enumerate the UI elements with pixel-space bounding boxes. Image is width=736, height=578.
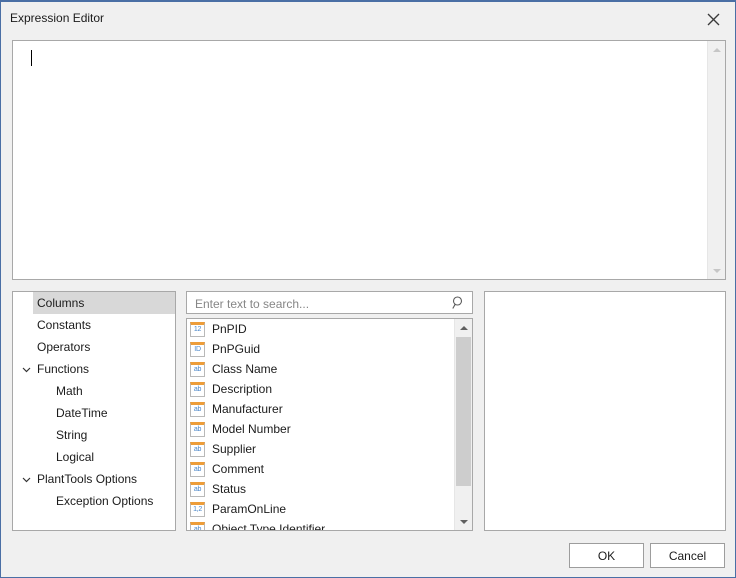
search-icon	[451, 295, 466, 310]
list-item[interactable]: ab Manufacturer	[187, 399, 454, 419]
chevron-down-icon[interactable]	[20, 468, 32, 490]
description-text	[485, 292, 725, 304]
tree-item-planttools-options[interactable]: PlantTools Options	[13, 468, 175, 490]
tree-item-logical[interactable]: Logical	[13, 446, 175, 468]
scroll-up-arrow[interactable]	[708, 41, 725, 58]
tree-item-string[interactable]: String	[13, 424, 175, 446]
list-item[interactable]: ab Object Type Identifier	[187, 519, 454, 530]
tree-item-label: Constants	[37, 318, 92, 332]
tree-item-label: Exception Options	[56, 494, 154, 508]
text-column-icon: ab	[190, 441, 205, 457]
tree-item-exception-options[interactable]: Exception Options	[13, 490, 175, 512]
list-item[interactable]: ID PnPGuid	[187, 339, 454, 359]
close-icon	[707, 13, 720, 26]
tree-item-constants[interactable]: Constants	[13, 314, 175, 336]
tree-item-label: PlantTools Options	[37, 472, 138, 486]
tree-item-label: DateTime	[56, 406, 108, 420]
description-pane	[484, 291, 726, 531]
list-item[interactable]: 1,2 ParamOnLine	[187, 499, 454, 519]
list-item[interactable]: ab Model Number	[187, 419, 454, 439]
ok-button[interactable]: OK	[569, 543, 644, 568]
text-column-icon: ab	[190, 521, 205, 530]
list-item-label: Status	[212, 482, 247, 496]
list-item[interactable]: ab Status	[187, 479, 454, 499]
tree-item-label: Columns	[37, 296, 85, 310]
search-input[interactable]	[193, 292, 447, 315]
chevron-down-icon[interactable]	[20, 358, 32, 380]
tree-item-label: String	[56, 428, 88, 442]
decimal-column-icon: 1,2	[190, 501, 205, 517]
search-box[interactable]	[186, 291, 473, 315]
list-item[interactable]: 12 PnPID	[187, 319, 454, 339]
tree-item-functions[interactable]: Functions	[13, 358, 175, 380]
close-button[interactable]	[691, 4, 735, 34]
guid-column-icon: ID	[190, 341, 205, 357]
category-tree[interactable]: Columns Constants Operators Functions Math Da…	[12, 291, 176, 531]
scroll-up-arrow[interactable]	[455, 319, 472, 336]
tree-item-columns[interactable]: Columns	[33, 292, 175, 314]
list-item-label: Manufacturer	[212, 402, 283, 416]
title-bar: Expression Editor	[1, 0, 735, 33]
item-browser: 12 PnPID ID PnPGuid ab Class Name ab Descriptio…	[186, 291, 473, 531]
text-caret	[31, 50, 32, 66]
text-column-icon: ab	[190, 481, 205, 497]
window-title: Expression Editor	[10, 11, 105, 25]
column-list[interactable]: 12 PnPID ID PnPGuid ab Class Name ab Descriptio…	[186, 318, 473, 531]
list-item[interactable]: ab Comment	[187, 459, 454, 479]
text-column-icon: ab	[190, 421, 205, 437]
list-item-label: Class Name	[212, 362, 278, 376]
list-item-label: ParamOnLine	[212, 502, 287, 516]
list-item-label: PnPGuid	[212, 342, 261, 356]
text-column-icon: ab	[190, 461, 205, 477]
list-item[interactable]: ab Description	[187, 379, 454, 399]
list-item[interactable]: ab Supplier	[187, 439, 454, 459]
expression-text-area[interactable]	[12, 40, 726, 280]
list-item-label: PnPID	[212, 322, 247, 336]
expression-editor-dialog: Expression Editor Columns Constants Operat…	[0, 0, 736, 578]
scroll-down-arrow[interactable]	[708, 262, 725, 279]
expression-scrollbar[interactable]	[707, 41, 725, 279]
list-item-label: Supplier	[212, 442, 257, 456]
scrollbar-thumb[interactable]	[456, 337, 471, 486]
list-item-label: Description	[212, 382, 273, 396]
text-column-icon: ab	[190, 381, 205, 397]
tree-item-label: Logical	[56, 450, 95, 464]
cancel-button[interactable]: Cancel	[650, 543, 725, 568]
integer-column-icon: 12	[190, 321, 205, 337]
list-item-label: Model Number	[212, 422, 291, 436]
list-item[interactable]: ab Class Name	[187, 359, 454, 379]
tree-item-label: Functions	[37, 362, 90, 376]
text-column-icon: ab	[190, 361, 205, 377]
list-item-label: Comment	[212, 462, 265, 476]
list-item-label: Object Type Identifier	[212, 522, 326, 530]
tree-item-operators[interactable]: Operators	[13, 336, 175, 358]
expression-input-region[interactable]	[13, 41, 707, 279]
scroll-down-arrow[interactable]	[455, 513, 472, 530]
column-list-scrollbar[interactable]	[454, 319, 472, 530]
tree-item-math[interactable]: Math	[13, 380, 175, 402]
tree-item-datetime[interactable]: DateTime	[13, 402, 175, 424]
text-column-icon: ab	[190, 401, 205, 417]
tree-item-label: Math	[56, 384, 83, 398]
tree-item-label: Operators	[37, 340, 91, 354]
column-list-rows: 12 PnPID ID PnPGuid ab Class Name ab Descriptio…	[187, 319, 454, 530]
